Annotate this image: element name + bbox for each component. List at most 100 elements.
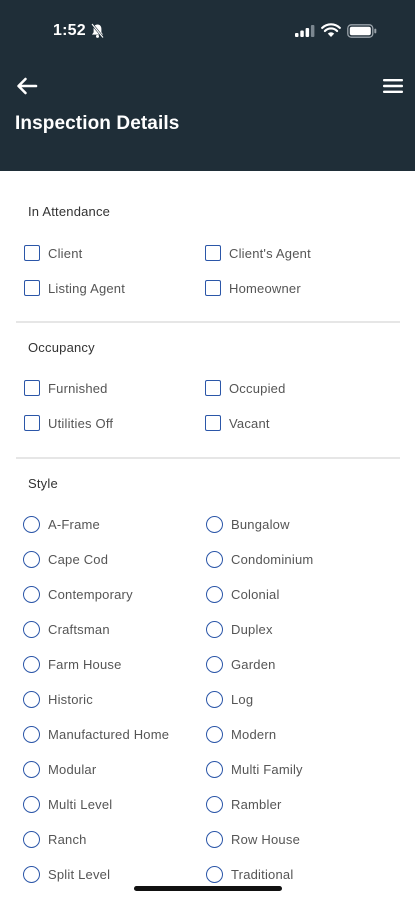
- radio-circle[interactable]: [23, 795, 40, 813]
- checkbox-utilities-off[interactable]: Utilities Off: [24, 412, 113, 434]
- wifi-icon: [321, 23, 341, 37]
- radio-circle[interactable]: [206, 620, 223, 638]
- radio-circle[interactable]: [23, 550, 40, 568]
- checkbox-box[interactable]: [205, 380, 221, 396]
- home-indicator[interactable]: [134, 886, 282, 891]
- checkbox-occupied[interactable]: Occupied: [205, 377, 286, 399]
- checkbox-label: Utilities Off: [48, 415, 114, 431]
- divider: [16, 321, 400, 323]
- radio-cape-cod[interactable]: Cape Cod: [23, 548, 108, 570]
- radio-circle[interactable]: [23, 690, 40, 708]
- radio-modular[interactable]: Modular: [23, 758, 96, 780]
- signal-icon: [295, 25, 315, 37]
- checkbox-label: Furnished: [48, 380, 108, 396]
- radio-label: Duplex: [231, 621, 273, 637]
- radio-log[interactable]: Log: [206, 688, 253, 710]
- radio-label: Garden: [231, 656, 276, 672]
- radio-label: A-Frame: [48, 516, 100, 532]
- section-title-attendance: In Attendance: [28, 204, 111, 219]
- radio-label: Historic: [48, 691, 93, 707]
- arrow-left-icon: [17, 77, 38, 95]
- page-title: Inspection Details: [15, 113, 180, 134]
- radio-circle[interactable]: [206, 690, 223, 708]
- radio-label: Condominium: [231, 551, 314, 567]
- radio-circle[interactable]: [206, 725, 223, 743]
- checkbox-label: Listing Agent: [48, 280, 126, 296]
- radio-contemporary[interactable]: Contemporary: [23, 583, 133, 605]
- radio-circle[interactable]: [206, 760, 223, 778]
- radio-circle[interactable]: [206, 550, 223, 568]
- radio-craftsman[interactable]: Craftsman: [23, 618, 110, 640]
- radio-circle[interactable]: [23, 515, 40, 533]
- radio-historic[interactable]: Historic: [23, 688, 93, 710]
- radio-row-house[interactable]: Row House: [206, 828, 300, 850]
- radio-colonial[interactable]: Colonial: [206, 583, 280, 605]
- checkbox-furnished[interactable]: Furnished: [24, 377, 108, 399]
- radio-label: Colonial: [231, 586, 280, 602]
- radio-circle[interactable]: [206, 865, 223, 883]
- status-time: 1:52: [53, 22, 86, 39]
- checkbox-homeowner[interactable]: Homeowner: [205, 277, 301, 299]
- checkbox-box[interactable]: [24, 380, 40, 396]
- radio-circle[interactable]: [23, 655, 40, 673]
- hamburger-menu-icon: [383, 79, 403, 93]
- radio-circle[interactable]: [206, 655, 223, 673]
- radio-garden[interactable]: Garden: [206, 653, 276, 675]
- radio-circle[interactable]: [23, 760, 40, 778]
- checkbox-label: Occupied: [229, 380, 286, 396]
- checkbox-vacant[interactable]: Vacant: [205, 412, 270, 434]
- checkbox-listing-agent[interactable]: Listing Agent: [24, 277, 125, 299]
- checkbox-label: Client: [48, 245, 83, 261]
- radio-label: Row House: [231, 831, 300, 847]
- radio-ranch[interactable]: Ranch: [23, 828, 87, 850]
- radio-traditional[interactable]: Traditional: [206, 863, 293, 885]
- radio-label: Farm House: [48, 656, 122, 672]
- checkbox-box[interactable]: [205, 415, 221, 431]
- checkbox-label: Vacant: [229, 415, 270, 431]
- radio-label: Cape Cod: [48, 551, 109, 567]
- radio-circle[interactable]: [206, 585, 223, 603]
- radio-multi-family[interactable]: Multi Family: [206, 758, 303, 780]
- radio-label: Bungalow: [231, 516, 290, 532]
- checkbox-box[interactable]: [205, 280, 221, 296]
- radio-circle[interactable]: [23, 585, 40, 603]
- back-button[interactable]: [14, 74, 40, 98]
- radio-circle[interactable]: [23, 830, 40, 848]
- checkbox-client[interactable]: Client: [24, 242, 82, 264]
- radio-circle[interactable]: [23, 620, 40, 638]
- radio-condominium[interactable]: Condominium: [206, 548, 313, 570]
- checkbox-clients-agent[interactable]: Client's Agent: [205, 242, 311, 264]
- radio-label: Manufactured Home: [48, 726, 170, 742]
- menu-button[interactable]: [380, 74, 406, 98]
- checkbox-box[interactable]: [24, 245, 40, 261]
- checkbox-label: Client's Agent: [229, 245, 311, 261]
- checkbox-box[interactable]: [24, 415, 40, 431]
- radio-label: Modular: [48, 761, 97, 777]
- radio-circle[interactable]: [23, 725, 40, 743]
- radio-duplex[interactable]: Duplex: [206, 618, 273, 640]
- battery-icon: [347, 24, 377, 38]
- radio-label: Log: [231, 691, 254, 707]
- status-bar: 1:52: [0, 0, 415, 60]
- bell-slash-icon: [91, 23, 104, 39]
- radio-manufactured-home[interactable]: Manufactured Home: [23, 723, 169, 745]
- radio-label: Multi Level: [48, 796, 113, 812]
- radio-farm-house[interactable]: Farm House: [23, 653, 122, 675]
- radio-a-frame[interactable]: A-Frame: [23, 513, 100, 535]
- radio-split-level[interactable]: Split Level: [23, 863, 110, 885]
- radio-multi-level[interactable]: Multi Level: [23, 793, 112, 815]
- radio-circle[interactable]: [206, 795, 223, 813]
- radio-circle[interactable]: [206, 515, 223, 533]
- radio-modern[interactable]: Modern: [206, 723, 276, 745]
- radio-bungalow[interactable]: Bungalow: [206, 513, 290, 535]
- radio-label: Contemporary: [48, 586, 133, 602]
- checkbox-box[interactable]: [205, 245, 221, 261]
- radio-label: Rambler: [231, 796, 282, 812]
- checkbox-box[interactable]: [24, 280, 40, 296]
- checkbox-label: Homeowner: [229, 280, 301, 296]
- radio-circle[interactable]: [206, 830, 223, 848]
- app-header: 1:52 Inspection Details: [0, 0, 415, 171]
- divider: [16, 457, 400, 459]
- radio-circle[interactable]: [23, 865, 40, 883]
- radio-rambler[interactable]: Rambler: [206, 793, 282, 815]
